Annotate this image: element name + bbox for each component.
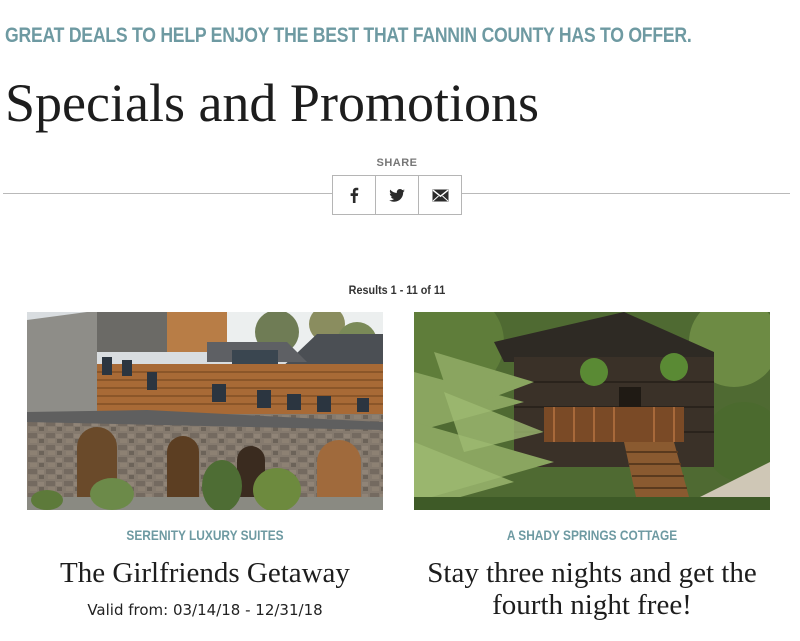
- share-email-button[interactable]: [419, 176, 461, 214]
- share-label: SHARE: [376, 157, 418, 169]
- email-icon: [432, 189, 448, 201]
- promotion-card: A SHADY SPRINGS COTTAGE Stay three night…: [414, 312, 770, 621]
- promotion-card: SERENITY LUXURY SUITES The Girlfriends G…: [27, 312, 383, 619]
- share-facebook-button[interactable]: [333, 176, 376, 214]
- lodge-photo[interactable]: [27, 312, 383, 510]
- cabin-photo[interactable]: [414, 312, 770, 510]
- share-buttons: [332, 175, 462, 215]
- twitter-icon: [389, 188, 405, 202]
- facebook-icon: [350, 187, 359, 203]
- results-count: Results 1 - 11 of 11: [348, 283, 446, 297]
- share-twitter-button[interactable]: [376, 176, 419, 214]
- card-valid-dates: Valid from: 03/14/18 - 12/31/18: [87, 601, 323, 619]
- card-company: SERENITY LUXURY SUITES: [126, 527, 284, 543]
- card-title[interactable]: Stay three nights and get the fourth nig…: [414, 557, 770, 621]
- card-company: A SHADY SPRINGS COTTAGE: [506, 527, 678, 543]
- tagline: GREAT DEALS TO HELP ENJOY THE BEST THAT …: [5, 24, 692, 47]
- page-title: Specials and Promotions: [5, 73, 539, 133]
- card-title[interactable]: The Girlfriends Getaway: [27, 557, 383, 589]
